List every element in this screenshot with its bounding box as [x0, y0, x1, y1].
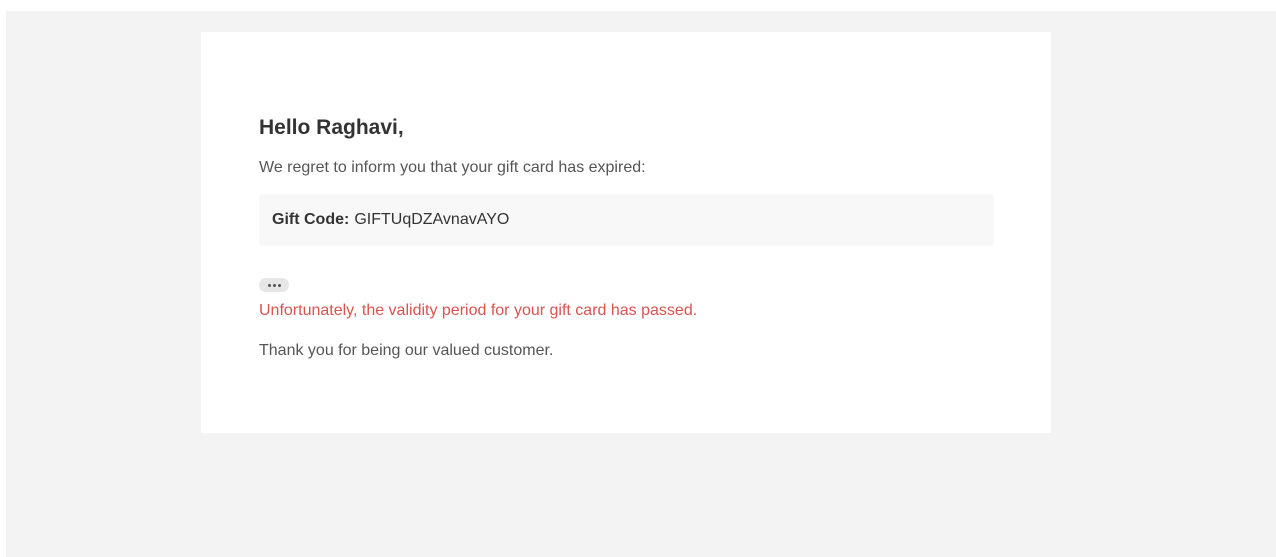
ellipsis-icon — [272, 283, 276, 287]
ellipsis-icon — [267, 283, 271, 287]
intro-text: We regret to inform you that your gift c… — [259, 159, 646, 176]
show-trimmed-content-button[interactable] — [259, 278, 289, 292]
gift-code-label: Gift Code: — [272, 211, 350, 228]
thanks-text: Thank you for being our valued customer. — [259, 342, 554, 359]
expiry-warning-text: Unfortunately, the validity period for y… — [259, 302, 698, 319]
gift-code-value: GIFTUqDZAvnavAYO — [354, 211, 510, 228]
gift-code-box: Gift Code: GIFTUqDZAvnavAYO — [259, 194, 994, 246]
email-card: Hello Raghavi, We regret to inform you t… — [201, 32, 1051, 433]
email-viewport: Hello Raghavi, We regret to inform you t… — [6, 11, 1276, 557]
ellipsis-icon — [277, 283, 281, 287]
greeting-heading: Hello Raghavi, — [259, 116, 404, 139]
